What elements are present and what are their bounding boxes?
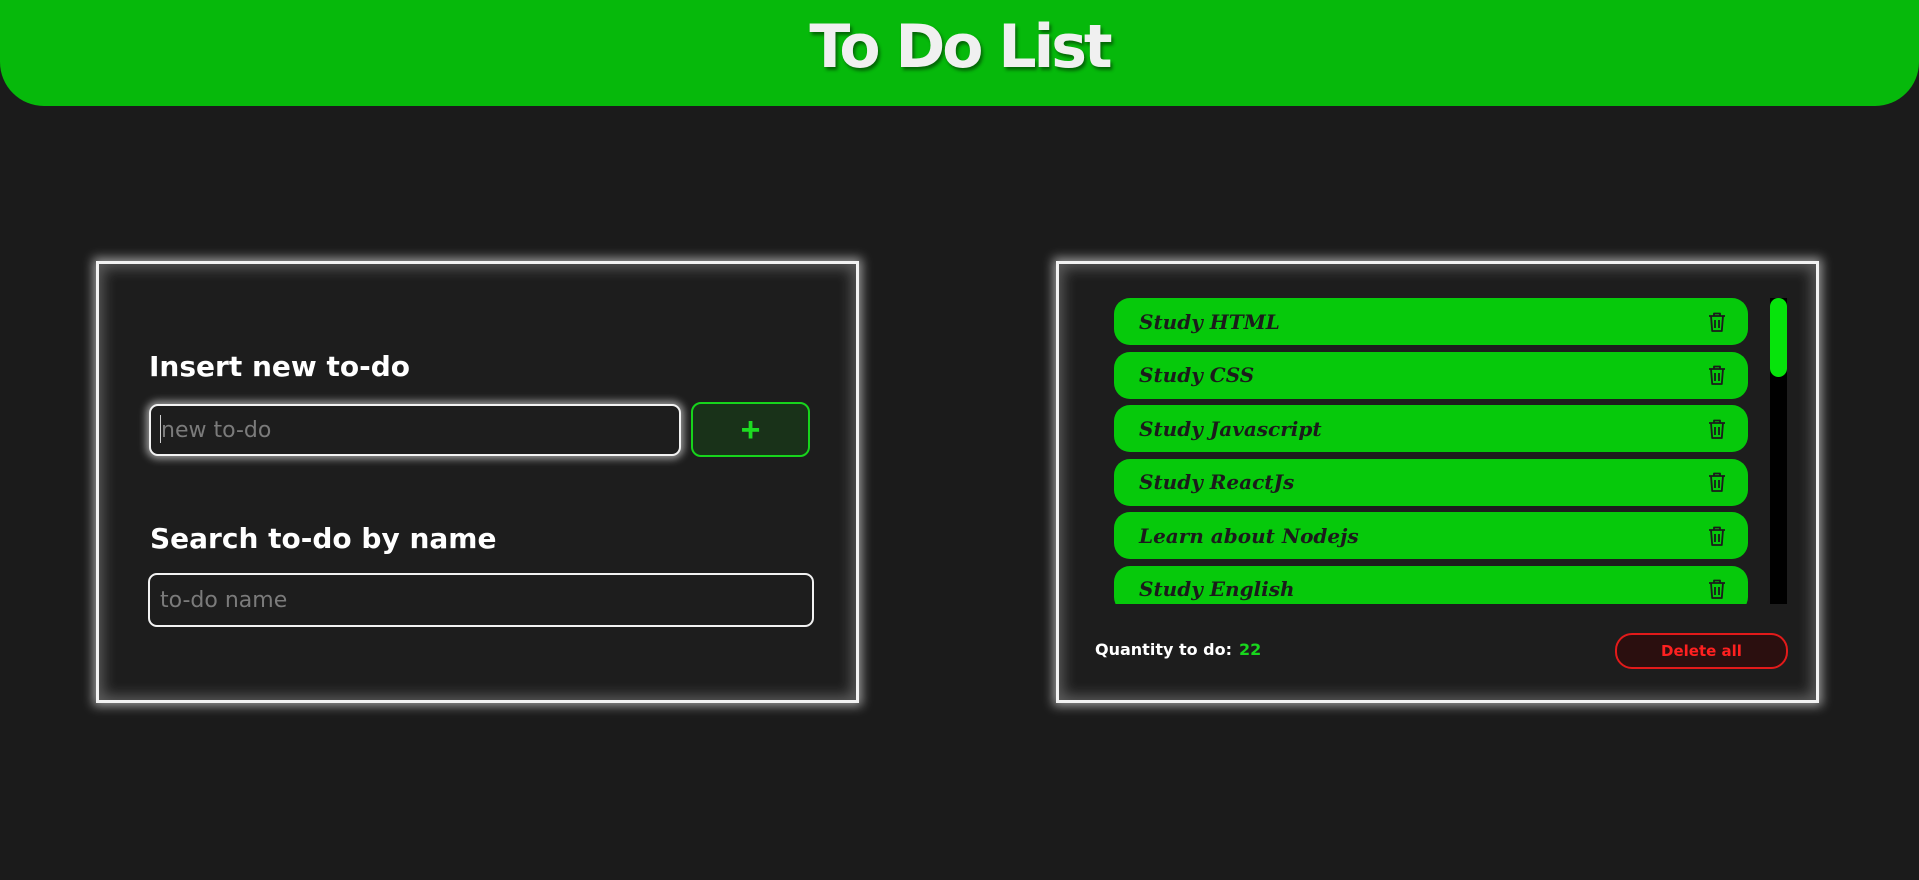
text-cursor <box>160 415 161 443</box>
quantity-counter: Quantity to do: 22 <box>1095 640 1261 659</box>
todo-item[interactable]: Study ReactJs <box>1114 458 1748 506</box>
app-header: To Do List <box>0 0 1919 106</box>
todo-item[interactable]: Study Javascript <box>1114 405 1748 452</box>
add-todo-button[interactable]: + <box>691 402 810 457</box>
todo-item-text: Study English <box>1139 577 1295 601</box>
search-label: Search to-do by name <box>150 522 497 555</box>
trash-icon[interactable] <box>1706 417 1728 441</box>
trash-icon[interactable] <box>1706 524 1728 548</box>
todo-item-text: Learn about Nodejs <box>1139 523 1359 548</box>
todo-item-text: Study Javascript <box>1139 416 1322 441</box>
todo-item[interactable]: Study English <box>1114 565 1748 604</box>
trash-icon[interactable] <box>1706 470 1728 494</box>
plus-icon: + <box>740 410 761 449</box>
trash-icon[interactable] <box>1706 577 1728 601</box>
trash-icon[interactable] <box>1706 310 1728 334</box>
quantity-count: 22 <box>1239 640 1262 659</box>
todo-item[interactable]: Study HTML <box>1114 298 1748 345</box>
new-todo-input[interactable] <box>149 404 681 456</box>
todo-item-text: Study HTML <box>1139 309 1280 334</box>
todo-item[interactable]: Learn about Nodejs <box>1114 512 1748 559</box>
todo-item[interactable]: Study CSS <box>1114 351 1748 399</box>
todo-scrollbar[interactable] <box>1770 298 1787 604</box>
scrollbar-thumb[interactable] <box>1770 298 1787 377</box>
todo-item-text: Study CSS <box>1139 363 1255 387</box>
quantity-label: Quantity to do: <box>1095 640 1233 659</box>
todo-item-text: Study ReactJs <box>1139 470 1295 494</box>
todo-list[interactable]: Study HTML Study CSS Study Javascript St… <box>1114 298 1748 604</box>
input-panel: Insert new to-do + Search to-do by name <box>96 261 859 703</box>
app-title: To Do List <box>809 12 1112 82</box>
search-input[interactable] <box>148 573 814 627</box>
todo-panel: Study HTML Study CSS Study Javascript St… <box>1056 261 1819 703</box>
insert-label: Insert new to-do <box>149 350 411 383</box>
trash-icon[interactable] <box>1706 363 1728 387</box>
delete-all-button[interactable]: Delete all <box>1615 633 1788 669</box>
